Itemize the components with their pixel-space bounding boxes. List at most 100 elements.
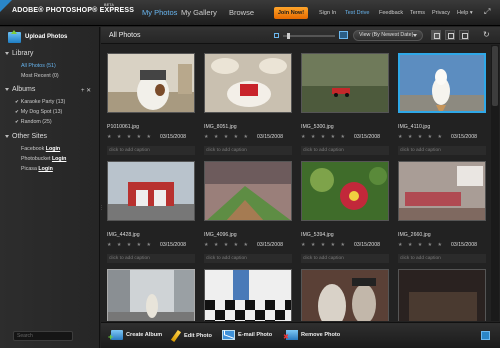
- collapse-triangle-icon: [5, 52, 9, 55]
- caption-input[interactable]: click to add caption: [398, 146, 486, 155]
- albums-title: Albums: [12, 86, 36, 93]
- picasa-login-link[interactable]: Login: [38, 166, 52, 172]
- library-title: Library: [12, 50, 34, 57]
- rating-stars[interactable]: ★ ★ ★ ★ ★: [107, 242, 153, 248]
- email-photo-button[interactable]: E-mail Photo: [222, 330, 272, 340]
- fullscreen-icon[interactable]: ⤢: [484, 7, 490, 17]
- edit-photo-button[interactable]: Edit Photo: [170, 329, 212, 343]
- photobucket-login-link[interactable]: Login: [52, 156, 66, 162]
- email-photo-label: E-mail Photo: [238, 332, 273, 338]
- list-view-icon[interactable]: [445, 30, 455, 40]
- help-menu[interactable]: Help ▾: [457, 10, 473, 16]
- photo-thumbnail[interactable]: [107, 269, 195, 321]
- rating-stars[interactable]: ★ ★ ★ ★ ★: [204, 134, 250, 140]
- privacy-link[interactable]: Privacy: [432, 10, 450, 16]
- zoom-slider[interactable]: [283, 35, 335, 37]
- photo-thumbnail[interactable]: [398, 269, 486, 321]
- scrollbar-thumb[interactable]: [492, 46, 498, 106]
- album-add-remove-icons[interactable]: + ✕: [81, 87, 91, 94]
- sign-in-link[interactable]: Sign In: [319, 10, 336, 16]
- beta-corner-ribbon: [0, 0, 12, 12]
- albums-header[interactable]: Albums: [5, 86, 35, 93]
- bottom-toolbar: Create Album Edit Photo E-mail Photo Rem…: [101, 322, 500, 348]
- nav-my-photos[interactable]: My Photos: [142, 8, 177, 17]
- remove-photo-label: Remove Photo: [301, 332, 341, 338]
- grid-scrollbar[interactable]: [491, 45, 499, 321]
- site-name: Picasa: [21, 166, 37, 172]
- create-album-label: Create Album: [126, 332, 163, 338]
- nav-my-gallery[interactable]: My Gallery: [181, 8, 217, 17]
- page-title: All Photos: [109, 32, 141, 39]
- photo-thumbnail[interactable]: [398, 161, 486, 221]
- library-header[interactable]: Library: [5, 50, 33, 57]
- photo-date: 03/15/2008: [160, 134, 186, 140]
- street-photo-image: [108, 270, 194, 321]
- join-now-button[interactable]: Join Now!: [274, 7, 308, 19]
- caption-input[interactable]: click to add caption: [204, 146, 292, 155]
- remove-icon: [283, 330, 298, 341]
- caption-input[interactable]: click to add caption: [301, 146, 389, 155]
- rating-stars[interactable]: ★ ★ ★ ★ ★: [398, 134, 444, 140]
- album-item-karaoke-party[interactable]: Karaoke Party (13): [15, 99, 65, 105]
- photo-thumbnail[interactable]: [107, 53, 195, 113]
- info-icon[interactable]: [481, 331, 490, 340]
- dark-photo-image: [399, 270, 485, 321]
- facebook-login-link[interactable]: Login: [46, 146, 60, 152]
- other-sites-header[interactable]: Other Sites: [5, 133, 47, 140]
- album-item-my-dog-spot[interactable]: My Dog Spot (13): [15, 109, 63, 115]
- rating-stars[interactable]: ★ ★ ★ ★ ★: [301, 242, 347, 248]
- remove-photo-button[interactable]: Remove Photo: [283, 330, 341, 341]
- pencil-icon: [170, 329, 182, 343]
- other-sites-title: Other Sites: [12, 133, 48, 140]
- library-item-all-photos[interactable]: All Photos (51): [21, 63, 56, 69]
- app-logo[interactable]: ADOBE® PHOTOSHOP® EXPRESS BETA: [12, 3, 135, 14]
- rating-stars[interactable]: ★ ★ ★ ★ ★: [398, 242, 444, 248]
- stadium-photo-image: [205, 162, 291, 220]
- refresh-icon[interactable]: ↻: [483, 30, 490, 39]
- upload-icon: [8, 29, 21, 43]
- zoom-small-icon[interactable]: [274, 33, 279, 38]
- view-sort-select[interactable]: View (By Newest Date): [353, 30, 423, 41]
- caption-input[interactable]: click to add caption: [107, 254, 195, 263]
- rating-stars[interactable]: ★ ★ ★ ★ ★: [204, 242, 250, 248]
- caption-input[interactable]: click to add caption: [107, 146, 195, 155]
- photo-thumbnail-selected[interactable]: [398, 53, 486, 113]
- search-input[interactable]: Search: [13, 331, 73, 341]
- ice-cream-photo-image: [400, 55, 484, 111]
- sidebar: Upload Photos Library All Photos (51) Mo…: [0, 27, 104, 348]
- caption-input[interactable]: click to add caption: [398, 254, 486, 263]
- library-item-most-recent[interactable]: Most Recent (0): [21, 73, 59, 79]
- photo-date: 03/15/2008: [160, 242, 186, 248]
- site-item-picasa: Picasa Login: [21, 166, 53, 172]
- caption-input[interactable]: click to add caption: [204, 254, 292, 263]
- album-item-random[interactable]: Random (25): [15, 119, 52, 125]
- feedback-link[interactable]: Feedback: [379, 10, 403, 16]
- zoom-slider-handle[interactable]: [287, 33, 290, 39]
- photo-thumbnail[interactable]: [204, 161, 292, 221]
- photo-filename: IMG_5300.jpg: [301, 124, 334, 130]
- photo-thumbnail[interactable]: [107, 161, 195, 221]
- create-album-button[interactable]: Create Album: [108, 330, 163, 342]
- rating-stars[interactable]: ★ ★ ★ ★ ★: [301, 134, 347, 140]
- photo-date: 03/15/2008: [354, 242, 380, 248]
- create-album-icon: [108, 330, 123, 342]
- photo-thumbnail[interactable]: [301, 53, 389, 113]
- detail-view-icon[interactable]: [459, 30, 469, 40]
- nav-browse[interactable]: Browse: [229, 8, 254, 17]
- photo-date: 03/15/2008: [451, 242, 477, 248]
- collapse-triangle-icon: [5, 88, 9, 91]
- edit-photo-label: Edit Photo: [184, 333, 212, 339]
- rating-stars[interactable]: ★ ★ ★ ★ ★: [107, 134, 153, 140]
- caption-input[interactable]: click to add caption: [301, 254, 389, 263]
- photo-thumbnail[interactable]: [204, 53, 292, 113]
- zoom-large-icon[interactable]: [339, 31, 348, 39]
- terms-link[interactable]: Terms: [410, 10, 425, 16]
- photo-thumbnail[interactable]: [301, 161, 389, 221]
- photo-thumbnail[interactable]: [204, 269, 292, 321]
- photo-thumbnail[interactable]: [301, 269, 389, 321]
- test-drive-link[interactable]: Test Drive: [345, 10, 369, 16]
- room-photo-image: [399, 162, 485, 220]
- upload-photos-button[interactable]: Upload Photos: [8, 29, 67, 44]
- logo-text: ADOBE® PHOTOSHOP® EXPRESS: [12, 7, 135, 14]
- grid-view-icon[interactable]: [431, 30, 441, 40]
